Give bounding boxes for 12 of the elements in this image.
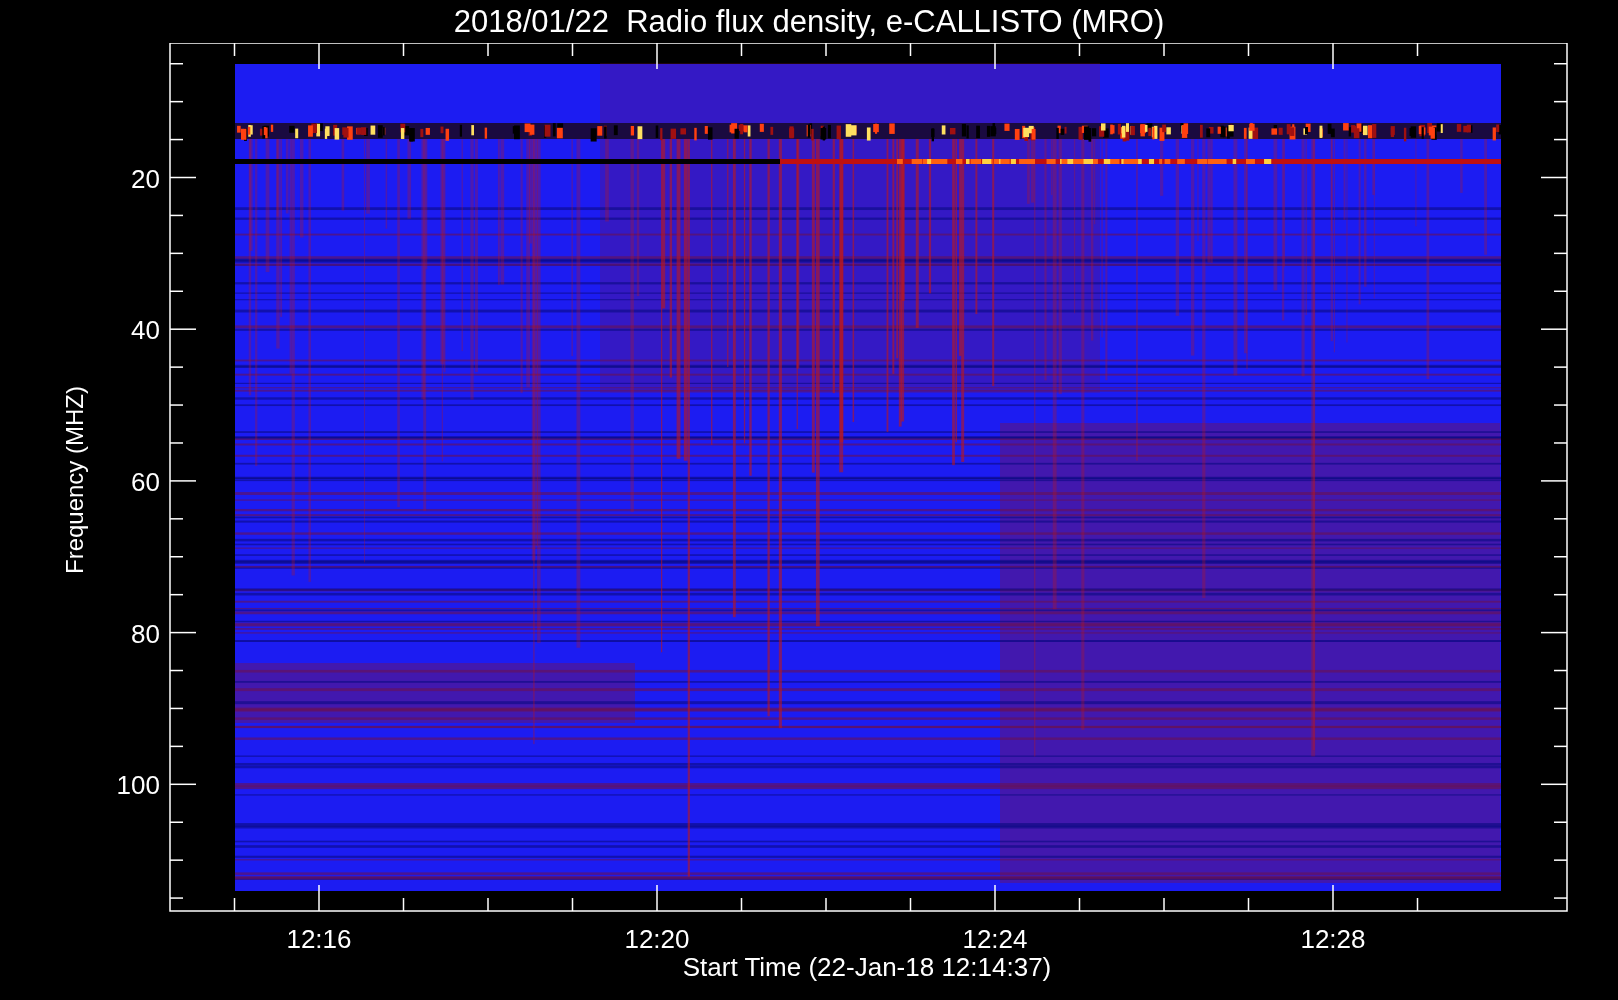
axis-tick-label: 20 [131,163,160,194]
axis-tick-label: 40 [131,315,160,346]
axis-tick-label: 60 [131,466,160,497]
axis-tick-label: 80 [131,618,160,649]
axis-tick-label: 100 [116,770,160,801]
axis-tick-label: 12:24 [962,924,1028,954]
axis-title: Start Time (22-Jan-18 12:14:37) [682,952,1052,982]
axis-tick-label: 12:20 [624,924,690,954]
axis-tick-label: 12:16 [286,924,352,954]
axis-title: Frequency (MHZ) [61,386,88,574]
axis-tick-label: 12:28 [1300,924,1366,954]
chart-title: 2018/01/22 Radio flux density, e-CALLISTO (MRO) [453,6,1165,37]
